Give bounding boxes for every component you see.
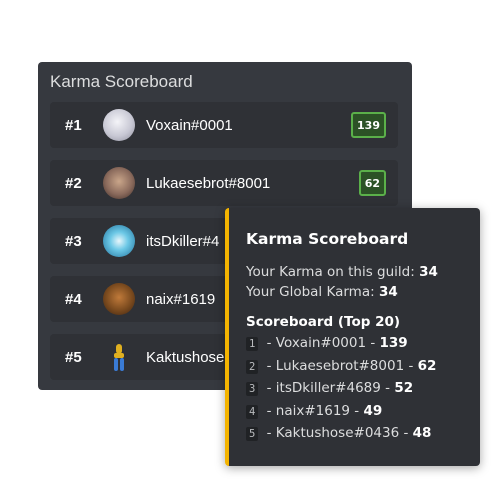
global-karma-label: Your Global Karma: <box>246 284 379 300</box>
scoreboard-heading: Scoreboard (Top 20) <box>246 314 401 330</box>
guild-karma-label: Your Karma on this guild: <box>246 264 420 280</box>
rank-label: #2 <box>65 174 82 192</box>
entry-value: 48 <box>412 425 432 441</box>
scoreboard-entry: 4 - naix#1619 - 49 <box>246 400 466 423</box>
entry-value: 49 <box>363 402 383 419</box>
guild-karma-line: Your Karma on this guild: 34 <box>246 262 466 282</box>
avatar <box>103 167 135 199</box>
scoreboard-row[interactable]: #1 Voxain#0001 139 <box>50 102 398 148</box>
username: Voxain#0001 <box>146 116 233 134</box>
entry-value: 139 <box>379 335 408 351</box>
username: itsDkiller#4 <box>146 232 220 250</box>
avatar <box>103 109 135 141</box>
entry-value: 52 <box>394 380 414 396</box>
entry-number: 5 <box>246 427 259 441</box>
entry-text: - Lukaesebrot#8001 - <box>262 357 418 374</box>
global-karma-line: Your Global Karma: 34 <box>246 282 466 302</box>
rank-label: #4 <box>65 290 82 308</box>
rank-label: #1 <box>65 116 82 134</box>
entry-text: - naix#1619 - <box>262 402 364 419</box>
guild-karma-value: 34 <box>419 264 438 280</box>
embed-title: Karma Scoreboard <box>246 230 409 248</box>
cactus-avatar-icon <box>114 344 124 371</box>
entry-text: - itsDkiller#4689 - <box>262 380 395 396</box>
scoreboard-row[interactable]: #2 Lukaesebrot#8001 62 <box>50 160 398 206</box>
avatar <box>103 283 135 315</box>
rank-label: #3 <box>65 232 82 250</box>
avatar <box>103 225 135 257</box>
karma-badge: 139 <box>351 112 386 138</box>
entry-number: 1 <box>246 337 259 351</box>
entry-number: 2 <box>246 359 259 374</box>
username: Kaktushose <box>146 348 225 366</box>
entry-number: 3 <box>246 382 259 396</box>
scoreboard-entry: 3 - itsDkiller#4689 - 52 <box>246 377 466 400</box>
scoreboard-entry: 2 - Lukaesebrot#8001 - 62 <box>246 355 466 378</box>
karma-badge: 62 <box>358 170 386 196</box>
entry-number: 4 <box>246 404 259 419</box>
entry-text: - Voxain#0001 - <box>262 335 380 351</box>
scoreboard-entry: 1 - Voxain#0001 - 139 <box>246 332 466 355</box>
global-karma-value: 34 <box>378 284 398 300</box>
panel-title: Karma Scoreboard <box>50 72 193 91</box>
entry-value: 62 <box>417 357 437 374</box>
rank-label: #5 <box>65 348 82 366</box>
scoreboard-entry: 5 - Kaktushose#0436 - 48 <box>246 422 466 445</box>
username: Lukaesebrot#8001 <box>146 174 271 192</box>
entry-text: - Kaktushose#0436 - <box>262 425 413 441</box>
karma-embed-card: Karma Scoreboard Your Karma on this guil… <box>225 208 480 466</box>
username: naix#1619 <box>146 290 216 308</box>
avatar <box>103 341 135 373</box>
